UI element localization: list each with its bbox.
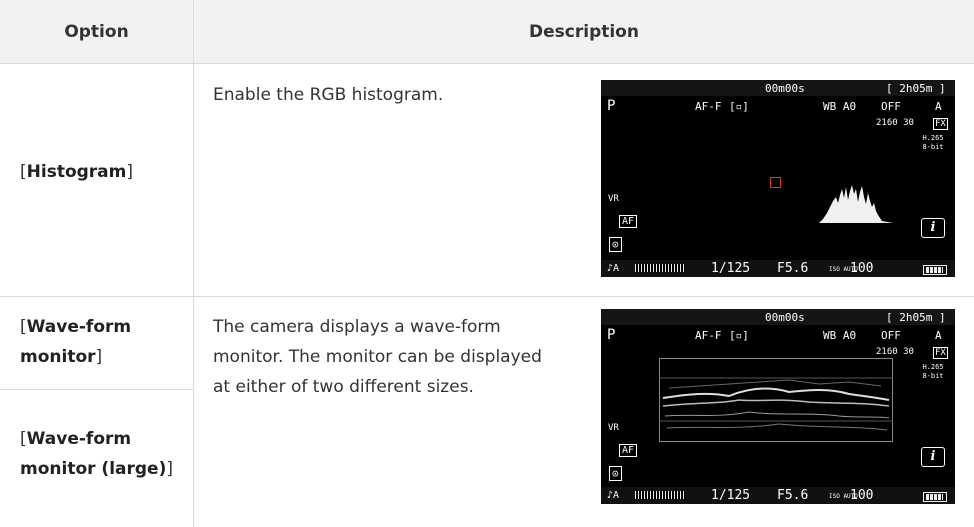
- row-divider: [0, 296, 974, 297]
- quality-indicator: A: [935, 100, 942, 113]
- exposure-mode: P: [607, 327, 616, 343]
- iso-value: 100: [850, 488, 874, 503]
- picture-control-icon: OFF: [881, 329, 901, 342]
- focus-mode: AF-F: [695, 329, 722, 342]
- white-balance: WB A0: [823, 329, 857, 342]
- focus-mode: AF-F: [695, 100, 722, 113]
- option-column-header: Option: [0, 0, 194, 63]
- battery-icon: [923, 265, 947, 275]
- shutter-speed: 1/125: [711, 261, 751, 276]
- audio-level-meter: [635, 491, 685, 499]
- focus-point: [770, 177, 781, 188]
- af-area-icon: [▫]: [729, 100, 749, 113]
- info-button-icon: i: [921, 218, 945, 238]
- waveform-monitor: [659, 358, 893, 442]
- quality-indicator: A: [935, 329, 942, 342]
- remaining-time: [ 2h05m ]: [886, 311, 946, 324]
- vr-icon: VR: [608, 194, 619, 204]
- fx-badge: FX: [933, 347, 948, 359]
- option-header-label: Option: [64, 21, 129, 42]
- microphone-icon: ♪A: [607, 263, 620, 274]
- frame-size-icon: 2160 30: [876, 118, 914, 128]
- camera-display-histogram: 00m00s [ 2h05m ] P AF-F [▫] WB A0 OFF A …: [601, 80, 955, 277]
- option-histogram-label: Histogram: [26, 162, 127, 182]
- exposure-mode: P: [607, 98, 616, 114]
- timecode-readout: 00m00s: [765, 82, 805, 95]
- column-divider: [193, 63, 194, 527]
- option-waveform-label: Wave-form monitor: [20, 317, 132, 367]
- af-indicator: AF: [619, 215, 638, 228]
- info-button-icon: i: [921, 447, 945, 467]
- header-divider: [0, 63, 974, 64]
- battery-icon: [923, 492, 947, 502]
- microphone-icon: ♪A: [607, 490, 620, 501]
- description-line: monitor. The monitor can be displayed: [213, 347, 542, 367]
- codec-badge: H.265 8-bit: [922, 134, 944, 151]
- timecode-readout: 00m00s: [765, 311, 805, 324]
- camera-display-waveform: 00m00s [ 2h05m ] P AF-F [▫] WB A0 OFF A …: [601, 309, 955, 504]
- frame-size-icon: 2160 30: [876, 347, 914, 357]
- aperture-value: F5.6: [777, 261, 809, 276]
- description-histogram: Enable the RGB histogram.: [213, 85, 444, 105]
- description-waveform: The camera displays a wave-form monitor.…: [213, 312, 542, 402]
- af-indicator: AF: [619, 444, 638, 457]
- description-header-label: Description: [529, 21, 639, 42]
- remaining-time: [ 2h05m ]: [886, 82, 946, 95]
- option-waveform-large-label: Wave-form monitor (large): [20, 429, 167, 479]
- description-column-header: Description: [194, 0, 974, 63]
- option-waveform: [Wave-form monitor]: [20, 317, 132, 367]
- histogram-graph: [819, 185, 893, 223]
- picture-control-icon: OFF: [881, 100, 901, 113]
- option-waveform-large: [Wave-form monitor (large)]: [20, 429, 173, 479]
- aperture-value: F5.6: [777, 488, 809, 503]
- vr-icon: VR: [608, 423, 619, 433]
- option-subdivider: [0, 389, 193, 390]
- description-line: at either of two different sizes.: [213, 377, 474, 397]
- metering-icon: ⊙: [609, 237, 622, 252]
- option-histogram: [Histogram]: [20, 162, 133, 182]
- description-line: The camera displays a wave-form: [213, 317, 501, 337]
- audio-level-meter: [635, 264, 685, 272]
- metering-icon: ⊙: [609, 466, 622, 481]
- fx-badge: FX: [933, 118, 948, 130]
- shutter-speed: 1/125: [711, 488, 751, 503]
- white-balance: WB A0: [823, 100, 857, 113]
- iso-value: 100: [850, 261, 874, 276]
- codec-badge: H.265 8-bit: [922, 363, 944, 380]
- af-area-icon: [▫]: [729, 329, 749, 342]
